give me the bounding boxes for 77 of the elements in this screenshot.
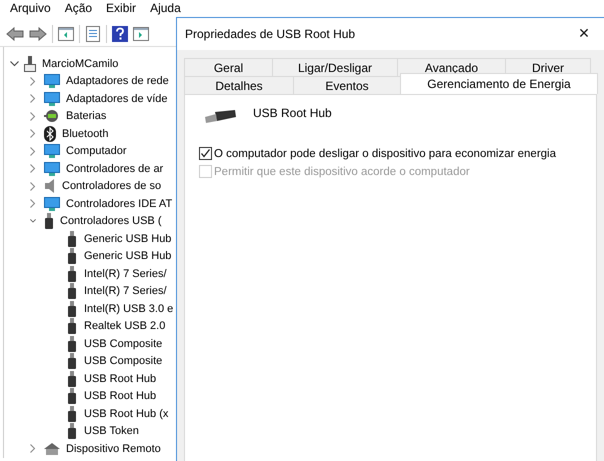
usb-plug-icon	[67, 353, 77, 370]
tree-item[interactable]: Realtek USB 2.0	[84, 320, 166, 332]
tree-item[interactable]: Intel(R) 7 Series/	[84, 268, 167, 280]
menu-item[interactable]: Ação	[64, 2, 92, 15]
monitor-icon	[44, 73, 60, 90]
forward-arrow-icon[interactable]	[29, 27, 47, 41]
chevron-down-icon[interactable]	[30, 218, 36, 224]
tree-item[interactable]: Intel(R) 7 Series/	[84, 285, 167, 298]
tree-item[interactable]: Adaptadores de rede	[66, 75, 169, 88]
chevron-down-icon[interactable]	[10, 60, 19, 67]
tree-item[interactable]: Bluetooth	[62, 128, 108, 140]
tree-item[interactable]: USB Composite	[84, 355, 162, 368]
usb-plug-icon	[67, 230, 77, 247]
tree-item[interactable]: Controladores de ar	[66, 162, 164, 175]
tree-item[interactable]: USB Root Hub	[84, 390, 156, 402]
chevron-right-icon[interactable]	[30, 444, 36, 454]
tree-item[interactable]: Generic USB Hub	[84, 250, 172, 262]
menu-item[interactable]: Arquivo	[10, 2, 51, 15]
checkbox-label: O computador pode desligar o dispositivo para economizar energia	[214, 148, 556, 160]
panel-icon[interactable]	[133, 27, 149, 41]
speaker-icon	[44, 178, 56, 194]
menu-item[interactable]: Ajuda	[150, 2, 181, 15]
monitor-icon	[44, 143, 60, 160]
monitor-icon	[44, 160, 60, 177]
usb-plug-icon	[67, 336, 77, 352]
panel-icon[interactable]	[58, 27, 74, 41]
tree-item[interactable]: Baterias	[66, 110, 106, 122]
tree-item[interactable]: Intel(R) USB 3.0 e	[84, 302, 174, 315]
usb-plug-icon	[67, 318, 77, 334]
chevron-right-icon[interactable]	[30, 94, 36, 104]
bluetooth-icon	[44, 126, 56, 142]
tree-item[interactable]: Dispositivo Remoto	[66, 442, 161, 455]
usb-plug-icon	[67, 248, 77, 264]
usb-plug-icon	[67, 370, 77, 387]
chevron-right-icon[interactable]	[30, 146, 36, 156]
usb-plug-icon	[67, 388, 77, 404]
tab[interactable]: Geral	[184, 58, 273, 76]
chevron-right-icon[interactable]	[30, 199, 36, 208]
back-arrow-icon[interactable]	[6, 27, 24, 41]
chevron-right-icon[interactable]	[30, 182, 36, 191]
usb-plug-icon	[67, 266, 77, 282]
battery-plug-icon	[44, 108, 60, 124]
usb-plug-icon	[44, 213, 54, 230]
tree-item[interactable]: MarcioMCamilo	[42, 58, 118, 70]
tree-item[interactable]: Adaptadores de víde	[66, 92, 168, 105]
monitor-icon	[44, 90, 60, 107]
chevron-right-icon[interactable]	[30, 76, 36, 86]
checkbox[interactable]	[199, 147, 212, 160]
tree-item[interactable]: USB Root Hub	[84, 372, 156, 385]
usb-plug-icon	[67, 406, 77, 422]
usb-plug-icon	[67, 423, 77, 440]
chevron-right-icon[interactable]	[30, 164, 36, 174]
usb-cable-icon	[203, 109, 237, 125]
help-icon[interactable]	[112, 26, 128, 42]
tree-item[interactable]: USB Composite	[84, 338, 162, 350]
tree-item[interactable]: USB Root Hub (x	[84, 408, 168, 420]
checkbox-label: Permitir que este dispositivo acorde o computador	[214, 166, 470, 178]
tree-item[interactable]: Controladores USB (	[60, 215, 162, 228]
tab[interactable]: Ligar/Desligar	[272, 58, 398, 76]
usb-plug-icon	[67, 283, 77, 300]
chevron-right-icon[interactable]	[30, 129, 36, 138]
tab[interactable]: Gerenciamento de Energia	[400, 73, 598, 94]
properties-icon[interactable]	[85, 26, 101, 42]
usb-plug-icon	[67, 300, 77, 317]
device-icon	[44, 442, 60, 455]
tree-item[interactable]: Controladores de so	[62, 180, 162, 192]
computer-tower-icon	[24, 56, 36, 72]
tree-item[interactable]: USB Token	[84, 425, 139, 438]
tree-item[interactable]: Generic USB Hub	[84, 232, 172, 245]
monitor-icon	[44, 196, 60, 212]
tab[interactable]: Detalhes	[184, 76, 294, 94]
tree-item[interactable]: Computador	[66, 145, 127, 158]
window-title: Propriedades de USB Root Hub	[185, 27, 356, 41]
device-name: USB Root Hub	[253, 106, 332, 120]
menu-item[interactable]: Exibir	[106, 2, 136, 15]
tree-item[interactable]: Controladores IDE AT	[66, 198, 172, 210]
chevron-right-icon[interactable]	[30, 112, 36, 121]
